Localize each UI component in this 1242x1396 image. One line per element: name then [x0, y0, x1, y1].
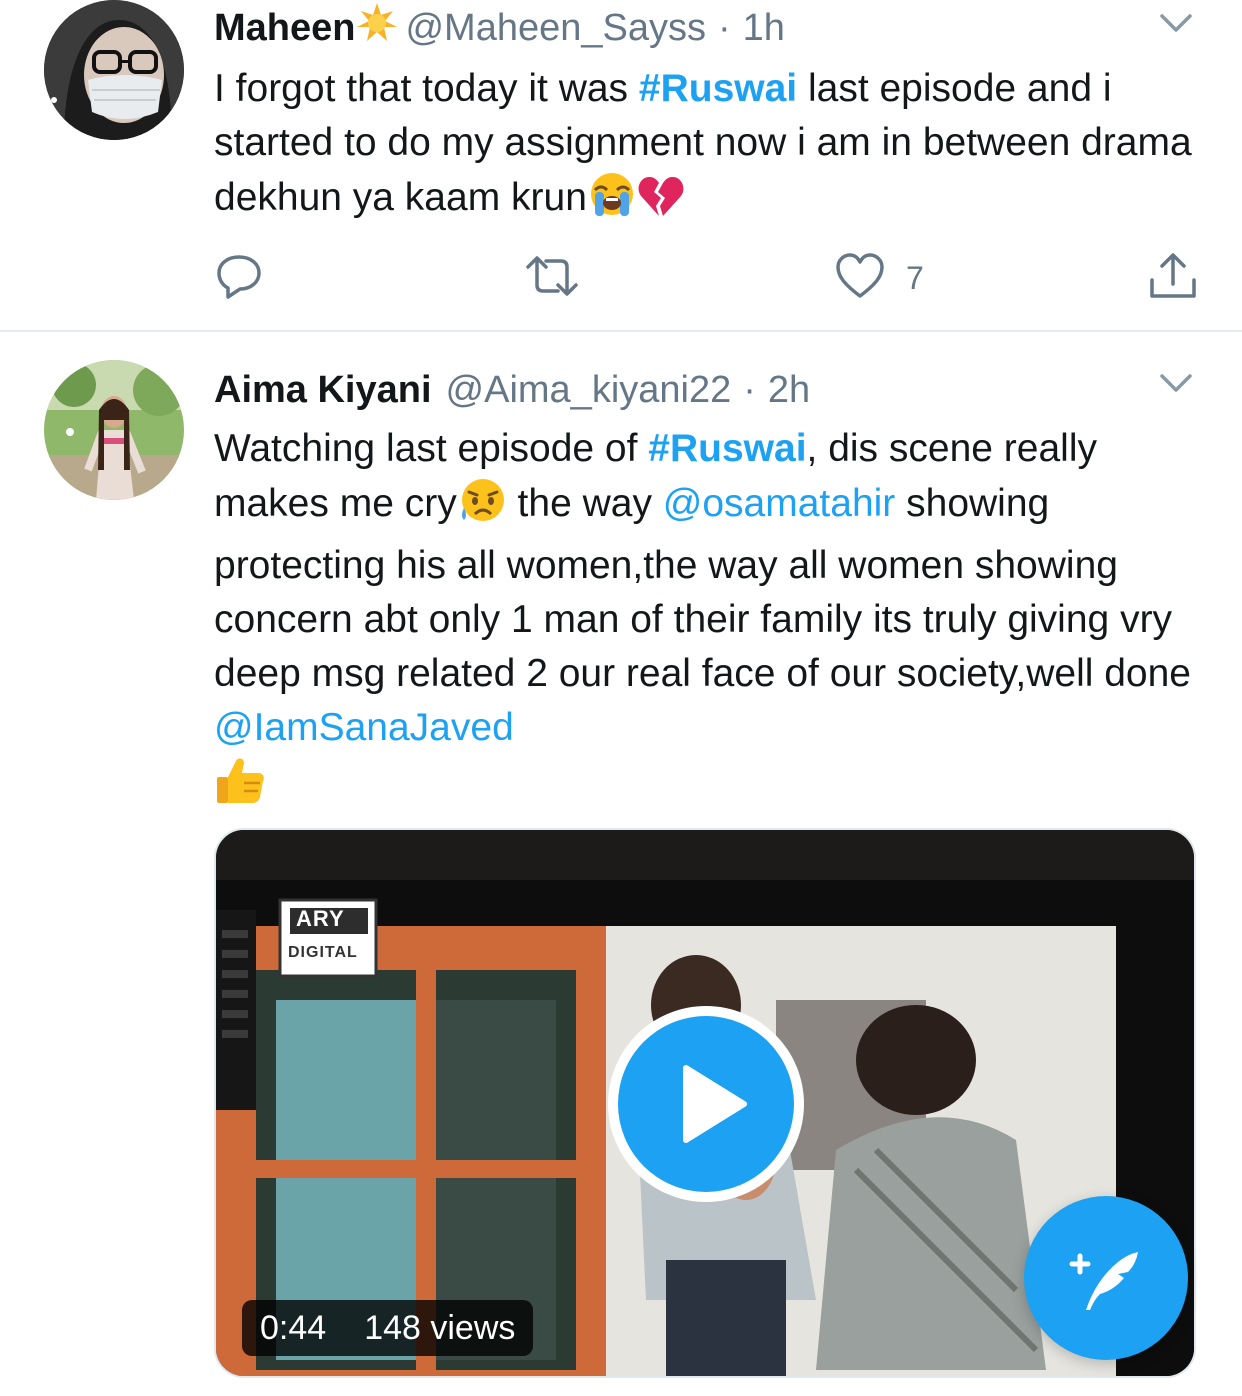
video-duration: 0:44	[260, 1308, 327, 1347]
separator-dot: ·	[743, 368, 756, 411]
like-button[interactable]: 7	[834, 250, 924, 306]
video-views: 148 views	[364, 1308, 516, 1347]
tweet-header: Maheen @Maheen_Sayss · 1h	[214, 2, 785, 54]
reply-icon[interactable]	[214, 251, 264, 306]
video-stats-badge: 0:44 148 views	[242, 1300, 534, 1356]
compose-tweet-button[interactable]	[1024, 1196, 1188, 1360]
channel-logo-text: ARY	[296, 906, 345, 931]
separator-dot: ·	[718, 6, 731, 49]
heart-icon[interactable]	[834, 252, 886, 305]
play-button[interactable]	[608, 1006, 804, 1202]
tweet-divider	[0, 330, 1242, 332]
sad-but-relieved-face-icon	[457, 476, 507, 539]
broken-heart-icon	[637, 174, 685, 233]
like-count: 7	[906, 259, 924, 296]
share-icon[interactable]	[1148, 250, 1198, 307]
retweet-button[interactable]	[524, 250, 580, 306]
tweet-maheen[interactable]: Maheen @Maheen_Sayss · 1h I forgot that …	[0, 0, 1242, 332]
share-button[interactable]	[1148, 250, 1198, 306]
compose-tweet-icon[interactable]	[1066, 1240, 1146, 1321]
tweet-text: I forgot that today it was #Ruswai last …	[214, 62, 1204, 233]
thumbs-up-icon	[214, 755, 266, 820]
sun-emoji-icon	[357, 3, 398, 53]
author-name[interactable]: Aima Kiyani	[214, 369, 432, 412]
tweet-text-part: the way	[506, 482, 663, 525]
chevron-down-icon[interactable]	[1156, 368, 1196, 398]
author-handle[interactable]: @Aima_kiyani22	[446, 369, 732, 412]
author-handle[interactable]: @Maheen_Sayss	[405, 7, 706, 50]
tweet-text-part: Watching last episode of	[214, 427, 649, 470]
mention-link[interactable]: @osamatahir	[663, 482, 896, 525]
hashtag-link[interactable]: #Ruswai	[639, 67, 797, 110]
retweet-icon[interactable]	[524, 251, 580, 306]
chevron-down-icon[interactable]	[1156, 8, 1196, 38]
channel-logo-subtext: DIGITAL	[288, 944, 358, 961]
reply-button[interactable]	[214, 250, 264, 306]
tweet-timestamp[interactable]: 1h	[743, 7, 785, 50]
avatar-aima[interactable]	[44, 360, 184, 500]
loudly-crying-face-icon	[587, 170, 637, 233]
avatar-maheen[interactable]	[44, 0, 184, 140]
tweet-timestamp[interactable]: 2h	[768, 369, 810, 412]
mention-link[interactable]: @IamSanaJaved	[214, 706, 514, 749]
tweet-text-part: I forgot that today it was	[214, 67, 639, 110]
tweet-text: Watching last episode of #Ruswai, dis sc…	[214, 422, 1204, 820]
tweet-header: Aima Kiyani @Aima_kiyani22 · 2h	[214, 364, 810, 416]
tweet-actions: 7	[0, 250, 1242, 306]
play-icon[interactable]	[618, 1016, 794, 1192]
hashtag-link[interactable]: #Ruswai	[648, 427, 806, 470]
author-name[interactable]: Maheen	[214, 7, 355, 50]
